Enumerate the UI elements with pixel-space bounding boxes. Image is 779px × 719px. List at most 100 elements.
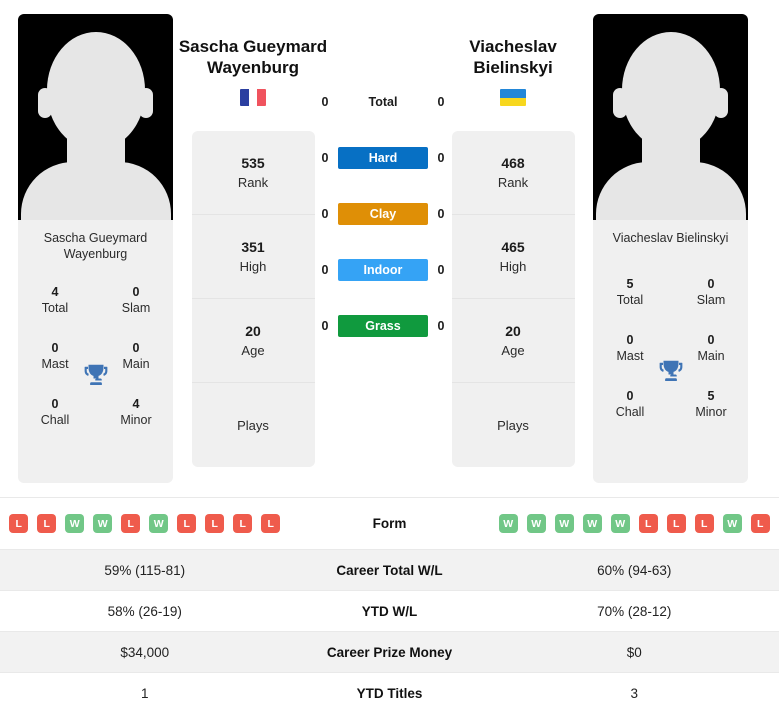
form-badge-l: L [37, 514, 57, 533]
avatar-ear-left [613, 88, 627, 118]
form-badge-w: W [610, 514, 630, 533]
surface-row-grass: 0 Grass 0 [318, 298, 448, 354]
left-chall-titles: 0 Chall [32, 396, 78, 429]
right-mast-value: 0 [626, 332, 634, 347]
right-high-cell: 465 High [451, 215, 575, 299]
table-row-career-total-wl: 59% (115-81) Career Total W/L 60% (94-63… [0, 549, 779, 590]
left-main-titles: 0 Main [113, 340, 159, 373]
right-player-name: Viacheslav Bielinskyi [433, 14, 593, 78]
left-total-titles: 4 Total [32, 284, 78, 317]
form-badge-w: W [526, 514, 546, 533]
right-minor-label: Minor [695, 404, 727, 419]
left-ytd-wl: 58% (26-19) [107, 603, 182, 619]
avatar-ear-left [38, 88, 52, 118]
player-comparison-page: Sascha Gueymard Wayenburg 4 Total 0 Slam [0, 0, 779, 719]
left-age-label: Age [241, 342, 265, 358]
left-player-name-line1: Sascha Gueymard [178, 37, 328, 56]
form-badge-l: L [177, 514, 197, 533]
left-chall-value: 0 [51, 396, 59, 411]
left-slam-label: Slam [121, 300, 151, 315]
left-titles-grid: 4 Total 0 Slam 0 Mast 0 Main 0 Chall 4 M… [18, 268, 173, 483]
form-badge-w: W [498, 514, 518, 533]
table-label-career-total-wl: Career Total W/L [336, 562, 443, 578]
right-mast-titles: 0 Mast [607, 332, 653, 365]
right-main-label: Main [697, 348, 725, 363]
left-surface-clay-value: 0 [321, 207, 329, 221]
table-label-career-prize-money: Career Prize Money [326, 644, 453, 660]
left-player-flag-france [240, 89, 266, 106]
left-minor-value: 4 [132, 396, 140, 411]
left-minor-titles: 4 Minor [113, 396, 159, 429]
right-minor-titles: 5 Minor [688, 388, 734, 421]
right-total-value: 5 [626, 276, 634, 291]
table-row-form: LLWWLWLLLL Form WWWWWLLLWL [0, 497, 779, 549]
left-slam-value: 0 [132, 284, 140, 299]
form-badge-l: L [121, 514, 141, 533]
surface-row-hard: 0 Hard 0 [318, 130, 448, 186]
left-ytd-titles: 1 [140, 685, 149, 701]
right-player-avatar [593, 14, 748, 220]
left-surface-total-value: 0 [321, 95, 329, 109]
left-total-label: Total [41, 300, 69, 315]
form-badge-l: L [638, 514, 658, 533]
surface-label-clay: Clay [338, 203, 428, 225]
left-career-prize-money: $34,000 [120, 644, 170, 660]
right-rank-label: Rank [497, 174, 529, 190]
right-card-player-name: Viacheslav Bielinskyi [612, 231, 729, 245]
surface-row-total: 0 Total 0 [318, 74, 448, 130]
right-surface-grass-value: 0 [437, 319, 445, 333]
surface-label-indoor: Indoor [338, 259, 428, 281]
left-mast-label: Mast [41, 356, 69, 371]
table-label-ytd-wl: YTD W/L [361, 603, 418, 619]
right-total-titles: 5 Total [607, 276, 653, 309]
left-plays-cell: Plays [192, 383, 315, 467]
left-surface-indoor-value: 0 [321, 263, 329, 277]
left-high-label: High [239, 258, 267, 274]
right-high-label: High [499, 258, 527, 274]
right-chall-value: 0 [626, 388, 634, 403]
left-plays-label: Plays [237, 417, 269, 433]
form-badge-w: W [582, 514, 602, 533]
right-mast-label: Mast [616, 348, 644, 363]
form-badge-w: W [554, 514, 574, 533]
table-row-career-prize-money: $34,000 Career Prize Money $0 [0, 631, 779, 672]
left-rank-value: 535 [241, 154, 265, 171]
left-age-cell: 20 Age [191, 299, 315, 383]
form-badge-w: W [149, 514, 169, 533]
left-surface-grass-value: 0 [321, 319, 329, 333]
left-slam-titles: 0 Slam [113, 284, 159, 317]
left-minor-label: Minor [120, 412, 152, 427]
right-minor-value: 5 [707, 388, 715, 403]
right-player-card[interactable]: Viacheslav Bielinskyi 5 Total 0 Slam 0 M… [593, 14, 748, 483]
right-rank-cell: 468 Rank [451, 131, 575, 215]
avatar-shoulders-shape [20, 162, 171, 220]
left-player-card[interactable]: Sascha Gueymard Wayenburg 4 Total 0 Slam [18, 14, 173, 483]
right-age-value: 20 [505, 322, 521, 339]
left-titles-row-3: 0 Chall 4 Minor [18, 384, 173, 440]
right-plays-cell: Plays [452, 383, 575, 467]
form-badge-w: W [722, 514, 742, 533]
comparison-header: Sascha Gueymard Wayenburg 4 Total 0 Slam [0, 0, 779, 497]
left-surface-hard-value: 0 [321, 151, 329, 165]
right-player-flag-ukraine [500, 89, 526, 106]
surface-titles-column: 0 Total 0 0 Hard 0 0 Clay 0 0 Indoor 0 0 [318, 14, 448, 354]
left-age-value: 20 [245, 322, 261, 339]
right-form-cell: WWWWWLLLWL [490, 514, 779, 533]
form-badge-l: L [233, 514, 253, 533]
right-ytd-titles: 3 [630, 685, 638, 701]
right-form-badges: WWWWWLLLWL [498, 514, 770, 533]
right-player-name-line2: Bielinskyi [473, 58, 553, 77]
right-player-stat-stack: 468 Rank 465 High 20 Age Plays [451, 131, 575, 467]
surface-row-indoor: 0 Indoor 0 [318, 242, 448, 298]
right-career-total-wl: 60% (94-63) [597, 562, 672, 578]
right-high-value: 465 [501, 238, 525, 255]
left-main-label: Main [122, 356, 150, 371]
right-main-titles: 0 Main [688, 332, 734, 365]
form-badge-l: L [666, 514, 686, 533]
form-badge-l: L [205, 514, 225, 533]
right-player-name-line1: Viacheslav [469, 37, 557, 56]
left-rank-cell: 535 Rank [191, 131, 315, 215]
comparison-table: LLWWLWLLLL Form WWWWWLLLWL 59% (115-81) … [0, 497, 779, 713]
table-label-form: Form [372, 516, 407, 531]
right-career-prize-money: $0 [626, 644, 642, 660]
